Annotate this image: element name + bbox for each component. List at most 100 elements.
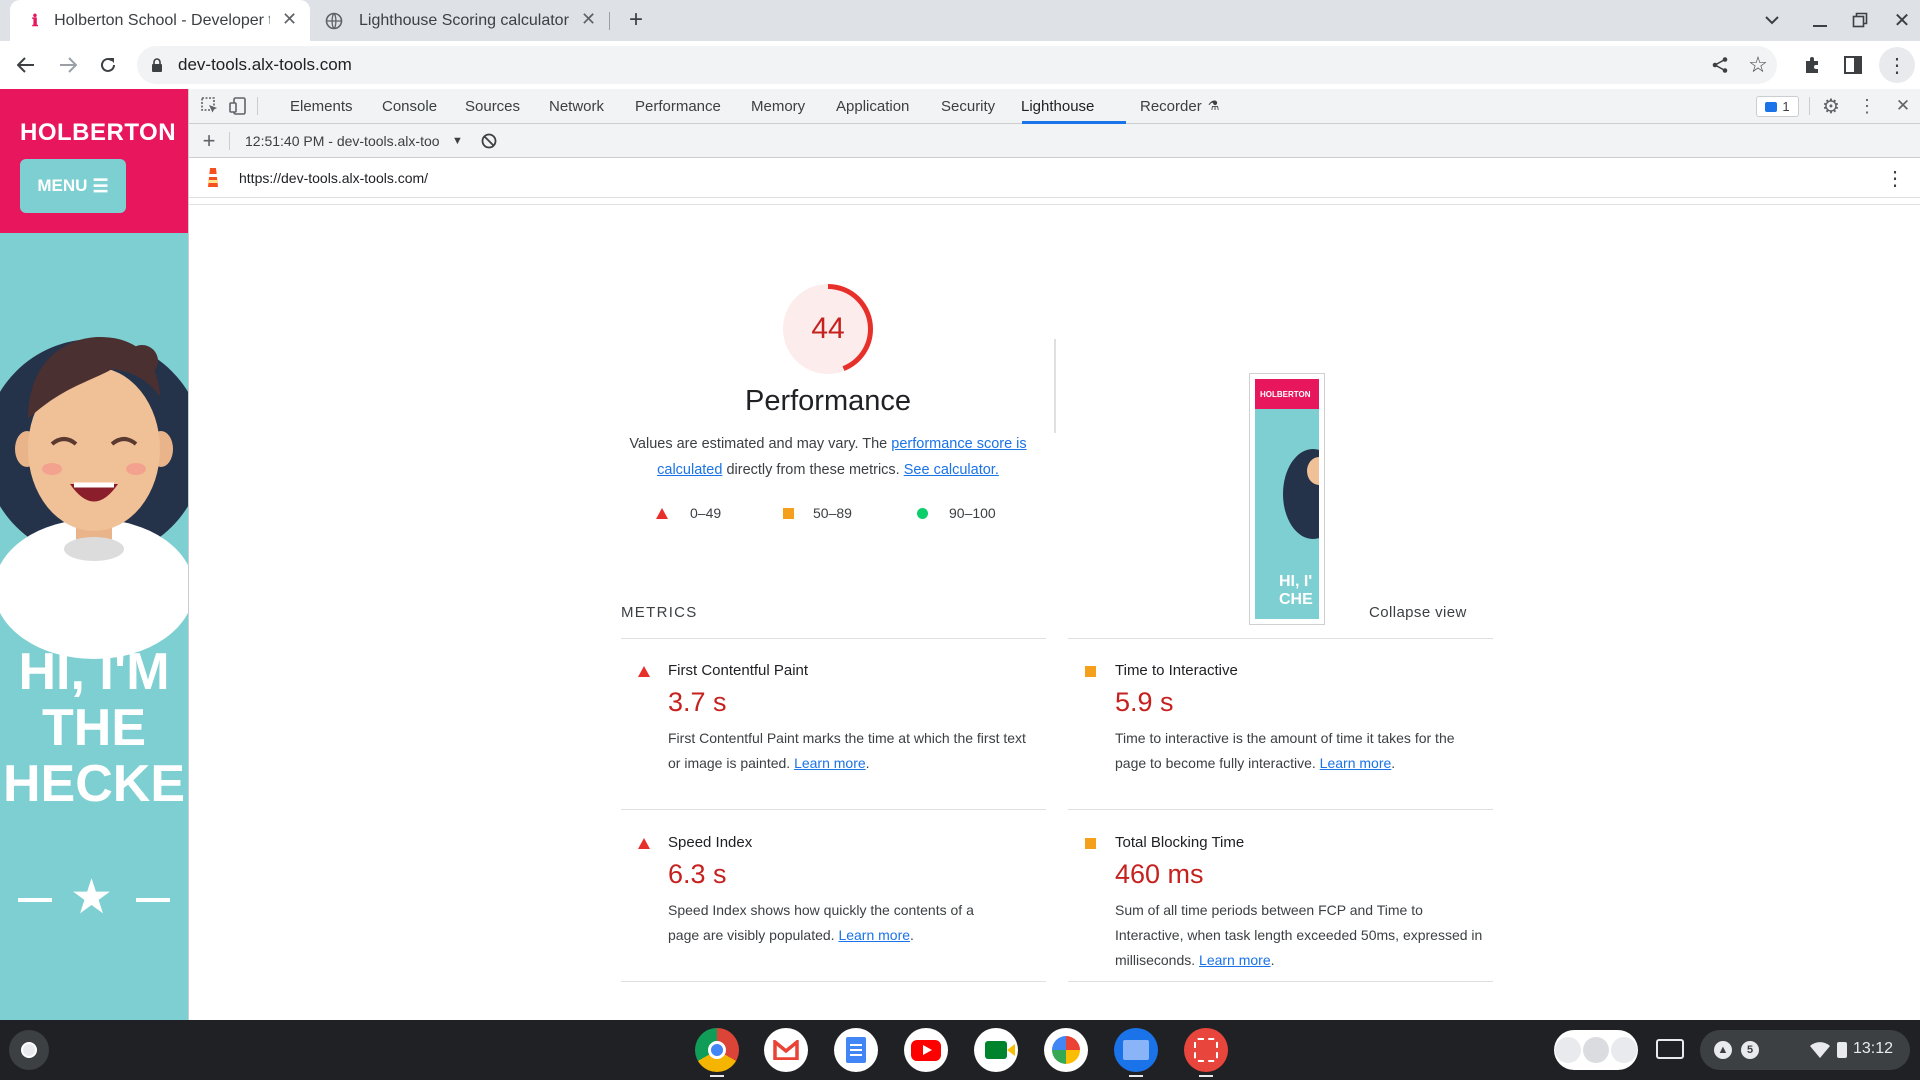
browser-tab-strip: ℹ Holberton School - Developer to ✕ Ligh… bbox=[0, 0, 1920, 41]
clear-all-icon[interactable] bbox=[481, 133, 497, 149]
tab-recorder[interactable]: Recorder ⚗ bbox=[1140, 89, 1219, 123]
learn-more-link[interactable]: Learn more bbox=[794, 755, 866, 771]
lighthouse-logo-icon bbox=[208, 168, 218, 187]
collapse-view-toggle[interactable]: Collapse view bbox=[1369, 604, 1467, 621]
report-menu-icon[interactable]: ⋮ bbox=[1883, 166, 1907, 190]
url-text: dev-tools.alx-tools.com bbox=[178, 55, 352, 74]
metric-description: Sum of all time periods between FCP and … bbox=[1115, 902, 1483, 968]
bookmark-star-icon[interactable]: ☆ bbox=[1745, 52, 1771, 78]
average-square-icon bbox=[1085, 838, 1096, 849]
close-tab-icon[interactable]: ✕ bbox=[581, 9, 596, 30]
metric-description: First Contentful Paint marks the time at… bbox=[668, 730, 1026, 771]
final-screenshot-thumbnail[interactable]: HOLBERTON HI, I' CHE bbox=[1249, 373, 1325, 625]
learn-more-link[interactable]: Learn more bbox=[1320, 755, 1392, 771]
fail-triangle-icon bbox=[638, 838, 650, 849]
settings-gear-icon[interactable]: ⚙ bbox=[1819, 94, 1843, 118]
report-selector[interactable]: 12:51:40 PM - dev-tools.alx-too ▼ bbox=[245, 131, 463, 151]
holding-space-thumbnail bbox=[1583, 1037, 1609, 1063]
browser-tab-holberton[interactable]: ℹ Holberton School - Developer to ✕ bbox=[10, 0, 310, 41]
gmail-app-icon[interactable] bbox=[764, 1028, 808, 1072]
tab-lighthouse[interactable]: Lighthouse bbox=[1021, 89, 1094, 123]
tab-application[interactable]: Application bbox=[836, 89, 909, 123]
docs-app-icon[interactable] bbox=[834, 1028, 878, 1072]
chrome-app-icon[interactable] bbox=[695, 1028, 739, 1072]
browser-tab-lighthouse-calculator[interactable]: Lighthouse Scoring calculator ✕ bbox=[315, 0, 605, 41]
legend-average: 50–89 bbox=[783, 505, 852, 521]
close-devtools-icon[interactable]: ✕ bbox=[1891, 94, 1915, 118]
lighthouse-report: 44 Performance Values are estimated and … bbox=[189, 198, 1920, 1020]
back-icon[interactable] bbox=[12, 51, 40, 79]
meet-app-icon[interactable] bbox=[974, 1028, 1018, 1072]
photos-app-icon[interactable] bbox=[1044, 1028, 1088, 1072]
holding-space-tray[interactable] bbox=[1554, 1030, 1638, 1070]
metric-time-to-interactive: Time to Interactive 5.9 s Time to intera… bbox=[1068, 638, 1493, 810]
notification-count: 5 bbox=[1746, 1044, 1754, 1056]
metric-value: 460 ms bbox=[1115, 859, 1204, 889]
tab-search-chevron-icon[interactable] bbox=[1760, 8, 1784, 32]
address-bar[interactable]: dev-tools.alx-tools.com ☆ bbox=[137, 46, 1777, 84]
launcher-circle-icon bbox=[21, 1042, 37, 1058]
close-tab-icon[interactable]: ✕ bbox=[282, 9, 297, 30]
tab-security[interactable]: Security bbox=[941, 89, 995, 123]
hero-heading: HI, I'M THE HECKE bbox=[0, 644, 188, 812]
tab-title: Holberton School - Developer to bbox=[54, 11, 271, 29]
menu-label: MENU bbox=[37, 176, 88, 195]
category-title: Performance bbox=[744, 385, 911, 417]
battery-icon bbox=[1837, 1042, 1847, 1058]
new-report-plus-icon[interactable]: + bbox=[197, 128, 221, 153]
reload-icon[interactable] bbox=[94, 51, 122, 79]
see-calculator-link[interactable]: See calculator. bbox=[904, 462, 999, 478]
extensions-puzzle-icon[interactable] bbox=[1803, 55, 1823, 75]
close-window-icon[interactable]: ✕ bbox=[1890, 8, 1914, 32]
report-url[interactable]: https://dev-tools.alx-tools.com/ bbox=[239, 170, 428, 186]
restore-icon[interactable] bbox=[1848, 8, 1872, 32]
tab-sources[interactable]: Sources bbox=[465, 89, 520, 123]
thumbnail-text-line: HI, I' bbox=[1279, 573, 1313, 590]
virtual-keyboard-icon[interactable] bbox=[1656, 1039, 1684, 1059]
tab-title: Lighthouse Scoring calculator bbox=[359, 11, 569, 29]
issues-badge[interactable]: 1 bbox=[1756, 96, 1799, 117]
learn-more-link[interactable]: Learn more bbox=[838, 927, 910, 943]
average-square-icon bbox=[1085, 666, 1096, 677]
tab-performance[interactable]: Performance bbox=[635, 89, 721, 123]
status-tray[interactable]: ▲ 5 13:12 bbox=[1700, 1030, 1910, 1070]
new-tab-icon[interactable]: + bbox=[622, 6, 650, 34]
mascot-illustration bbox=[0, 337, 188, 659]
minimize-icon[interactable] bbox=[1808, 8, 1832, 32]
holding-space-thumbnail bbox=[1555, 1037, 1581, 1063]
issues-chat-icon bbox=[1765, 101, 1778, 112]
running-indicator bbox=[710, 1075, 724, 1077]
metric-total-blocking-time: Total Blocking Time 460 ms Sum of all ti… bbox=[1068, 810, 1493, 982]
share-icon[interactable] bbox=[1711, 56, 1729, 74]
site-header: HOLBERTON MENU ☰ bbox=[0, 89, 188, 233]
side-panel-icon[interactable] bbox=[1844, 56, 1862, 74]
menu-button[interactable]: MENU ☰ bbox=[20, 159, 126, 213]
tab-recorder-label: Recorder bbox=[1140, 97, 1202, 115]
hero-line: HI, I'M bbox=[18, 643, 170, 701]
metric-name: Total Blocking Time bbox=[1115, 834, 1245, 851]
launcher-button[interactable] bbox=[9, 1030, 49, 1070]
screencast-app-icon[interactable] bbox=[1184, 1028, 1228, 1072]
thumbnail-text-line: CHE bbox=[1279, 591, 1313, 608]
forward-icon[interactable] bbox=[54, 51, 82, 79]
browser-menu-icon[interactable]: ⋮ bbox=[1879, 47, 1915, 83]
tab-console[interactable]: Console bbox=[382, 89, 437, 123]
inspect-element-icon[interactable] bbox=[201, 97, 219, 115]
metric-value: 3.7 s bbox=[668, 687, 727, 717]
hero-line: HECKE bbox=[2, 755, 186, 813]
tab-elements[interactable]: Elements bbox=[290, 89, 353, 123]
legend-range: 50–89 bbox=[813, 505, 852, 521]
devtools-menu-icon[interactable]: ⋮ bbox=[1855, 94, 1879, 118]
site-logo[interactable]: HOLBERTON bbox=[20, 119, 176, 147]
tab-network[interactable]: Network bbox=[549, 89, 604, 123]
learn-more-link[interactable]: Learn more bbox=[1199, 952, 1271, 968]
thumbnail-text: HI, I' CHE bbox=[1279, 573, 1313, 609]
tab-memory[interactable]: Memory bbox=[751, 89, 805, 123]
youtube-app-icon[interactable] bbox=[904, 1028, 948, 1072]
metric-name: Speed Index bbox=[668, 834, 753, 851]
triangle-icon bbox=[656, 507, 668, 519]
files-app-icon[interactable] bbox=[1114, 1028, 1158, 1072]
device-toolbar-icon[interactable] bbox=[229, 97, 247, 115]
metric-description-text: Speed Index shows how quickly the conten… bbox=[668, 902, 974, 943]
dropdown-triangle-icon: ▼ bbox=[452, 135, 463, 147]
